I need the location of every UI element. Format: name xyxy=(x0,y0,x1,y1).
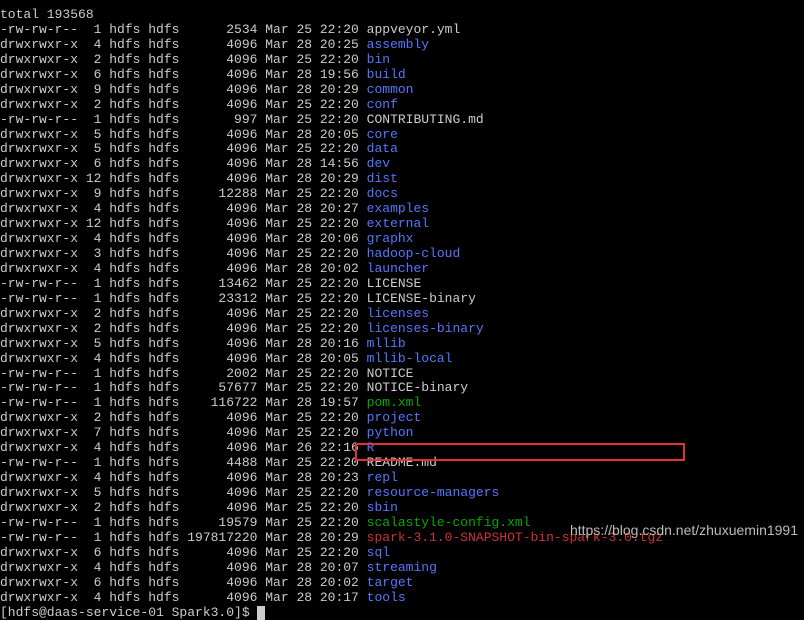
file-name: dist xyxy=(367,171,398,186)
file-name: streaming xyxy=(367,560,437,575)
cursor-icon xyxy=(257,606,265,620)
file-name: appveyor.yml xyxy=(367,22,461,37)
terminal-line: drwxrwxr-x 3 hdfs hdfs 4096 Mar 25 22:20… xyxy=(0,247,804,262)
file-name: NOTICE-binary xyxy=(367,380,468,395)
terminal-line: drwxrwxr-x 2 hdfs hdfs 4096 Mar 25 22:20… xyxy=(0,53,804,68)
file-name: hadoop-cloud xyxy=(367,246,461,261)
file-name: core xyxy=(367,127,398,142)
terminal-line: drwxrwxr-x 4 hdfs hdfs 4096 Mar 28 20:05… xyxy=(0,352,804,367)
terminal-line: drwxrwxr-x 6 hdfs hdfs 4096 Mar 25 22:20… xyxy=(0,546,804,561)
terminal-line: drwxrwxr-x 9 hdfs hdfs 4096 Mar 28 20:29… xyxy=(0,83,804,98)
terminal-line: drwxrwxr-x 2 hdfs hdfs 4096 Mar 25 22:20… xyxy=(0,411,804,426)
terminal-line: drwxrwxr-x 2 hdfs hdfs 4096 Mar 25 22:20… xyxy=(0,322,804,337)
file-name: licenses-binary xyxy=(367,321,484,336)
file-name: repl xyxy=(367,470,398,485)
terminal-line: drwxrwxr-x 4 hdfs hdfs 4096 Mar 28 20:27… xyxy=(0,202,804,217)
terminal-line: drwxrwxr-x 12 hdfs hdfs 4096 Mar 25 22:2… xyxy=(0,217,804,232)
terminal-line: drwxrwxr-x 6 hdfs hdfs 4096 Mar 28 14:56… xyxy=(0,157,804,172)
file-name: examples xyxy=(367,201,429,216)
file-name: assembly xyxy=(367,37,429,52)
file-name: conf xyxy=(367,97,398,112)
terminal-line: drwxrwxr-x 2 hdfs hdfs 4096 Mar 25 22:20… xyxy=(0,98,804,113)
terminal-line: -rw-rw-r-- 1 hdfs hdfs 997 Mar 25 22:20 … xyxy=(0,113,804,128)
terminal-line: drwxrwxr-x 6 hdfs hdfs 4096 Mar 28 20:02… xyxy=(0,576,804,591)
prompt-line[interactable]: [hdfs@daas-service-01 Spark3.0]$ xyxy=(0,606,804,620)
terminal-line: drwxrwxr-x 5 hdfs hdfs 4096 Mar 25 22:20… xyxy=(0,486,804,501)
prompt-text: [hdfs@daas-service-01 Spark3.0]$ xyxy=(0,605,257,620)
terminal-line: drwxrwxr-x 5 hdfs hdfs 4096 Mar 28 20:16… xyxy=(0,337,804,352)
terminal-line: drwxrwxr-x 2 hdfs hdfs 4096 Mar 25 22:20… xyxy=(0,501,804,516)
file-name: python xyxy=(367,425,414,440)
terminal-line: -rw-rw-r-- 1 hdfs hdfs 13462 Mar 25 22:2… xyxy=(0,277,804,292)
terminal-line: drwxrwxr-x 9 hdfs hdfs 12288 Mar 25 22:2… xyxy=(0,187,804,202)
watermark-text: https://blog.csdn.net/zhuxuemin1991 xyxy=(570,522,798,538)
file-name: graphx xyxy=(367,231,414,246)
terminal-line: -rw-rw-r-- 1 hdfs hdfs 4488 Mar 25 22:20… xyxy=(0,456,804,471)
file-name: resource-managers xyxy=(367,485,500,500)
terminal-line: -rw-rw-r-- 1 hdfs hdfs 116722 Mar 28 19:… xyxy=(0,396,804,411)
file-name: dev xyxy=(367,156,390,171)
terminal-output: total 193568-rw-rw-r-- 1 hdfs hdfs 2534 … xyxy=(0,8,804,606)
terminal-line: total 193568 xyxy=(0,8,804,23)
terminal-line: drwxrwxr-x 12 hdfs hdfs 4096 Mar 28 20:2… xyxy=(0,172,804,187)
terminal-line: -rw-rw-r-- 1 hdfs hdfs 2002 Mar 25 22:20… xyxy=(0,367,804,382)
file-name: data xyxy=(367,141,398,156)
file-name: bin xyxy=(367,52,390,67)
terminal-line: drwxrwxr-x 4 hdfs hdfs 4096 Mar 28 20:07… xyxy=(0,561,804,576)
file-name: scalastyle-config.xml xyxy=(367,515,531,530)
file-name: docs xyxy=(367,186,398,201)
terminal-line: drwxrwxr-x 7 hdfs hdfs 4096 Mar 25 22:20… xyxy=(0,426,804,441)
file-name: pom.xml xyxy=(367,395,422,410)
terminal-line: drwxrwxr-x 4 hdfs hdfs 4096 Mar 28 20:17… xyxy=(0,591,804,606)
file-name: sbin xyxy=(367,500,398,515)
file-name: README.md xyxy=(367,455,437,470)
file-name: launcher xyxy=(367,261,429,276)
file-name: sql xyxy=(367,545,390,560)
terminal-line: -rw-rw-r-- 1 hdfs hdfs 57677 Mar 25 22:2… xyxy=(0,381,804,396)
file-name: licenses xyxy=(367,306,429,321)
file-name: R xyxy=(367,440,375,455)
terminal-line: drwxrwxr-x 4 hdfs hdfs 4096 Mar 28 20:02… xyxy=(0,262,804,277)
file-name: NOTICE xyxy=(367,366,414,381)
file-name: mllib xyxy=(367,336,406,351)
file-name: CONTRIBUTING.md xyxy=(367,112,484,127)
terminal-line: drwxrwxr-x 4 hdfs hdfs 4096 Mar 26 22:16… xyxy=(0,441,804,456)
file-name: external xyxy=(367,216,429,231)
terminal-line: drwxrwxr-x 4 hdfs hdfs 4096 Mar 28 20:25… xyxy=(0,38,804,53)
terminal-line: drwxrwxr-x 5 hdfs hdfs 4096 Mar 28 20:05… xyxy=(0,128,804,143)
file-name: mllib-local xyxy=(367,351,453,366)
file-name: build xyxy=(367,67,406,82)
terminal-line: -rw-rw-r-- 1 hdfs hdfs 23312 Mar 25 22:2… xyxy=(0,292,804,307)
terminal-line: drwxrwxr-x 6 hdfs hdfs 4096 Mar 28 19:56… xyxy=(0,68,804,83)
terminal-line: -rw-rw-r-- 1 hdfs hdfs 2534 Mar 25 22:20… xyxy=(0,23,804,38)
terminal-line: drwxrwxr-x 2 hdfs hdfs 4096 Mar 25 22:20… xyxy=(0,307,804,322)
terminal-line: drwxrwxr-x 4 hdfs hdfs 4096 Mar 28 20:06… xyxy=(0,232,804,247)
file-name: target xyxy=(367,575,414,590)
terminal-line: drwxrwxr-x 5 hdfs hdfs 4096 Mar 25 22:20… xyxy=(0,142,804,157)
file-name: LICENSE-binary xyxy=(367,291,476,306)
file-name: project xyxy=(367,410,422,425)
file-name: common xyxy=(367,82,414,97)
file-name: tools xyxy=(367,590,406,605)
file-name: LICENSE xyxy=(367,276,422,291)
terminal-line: drwxrwxr-x 4 hdfs hdfs 4096 Mar 28 20:23… xyxy=(0,471,804,486)
